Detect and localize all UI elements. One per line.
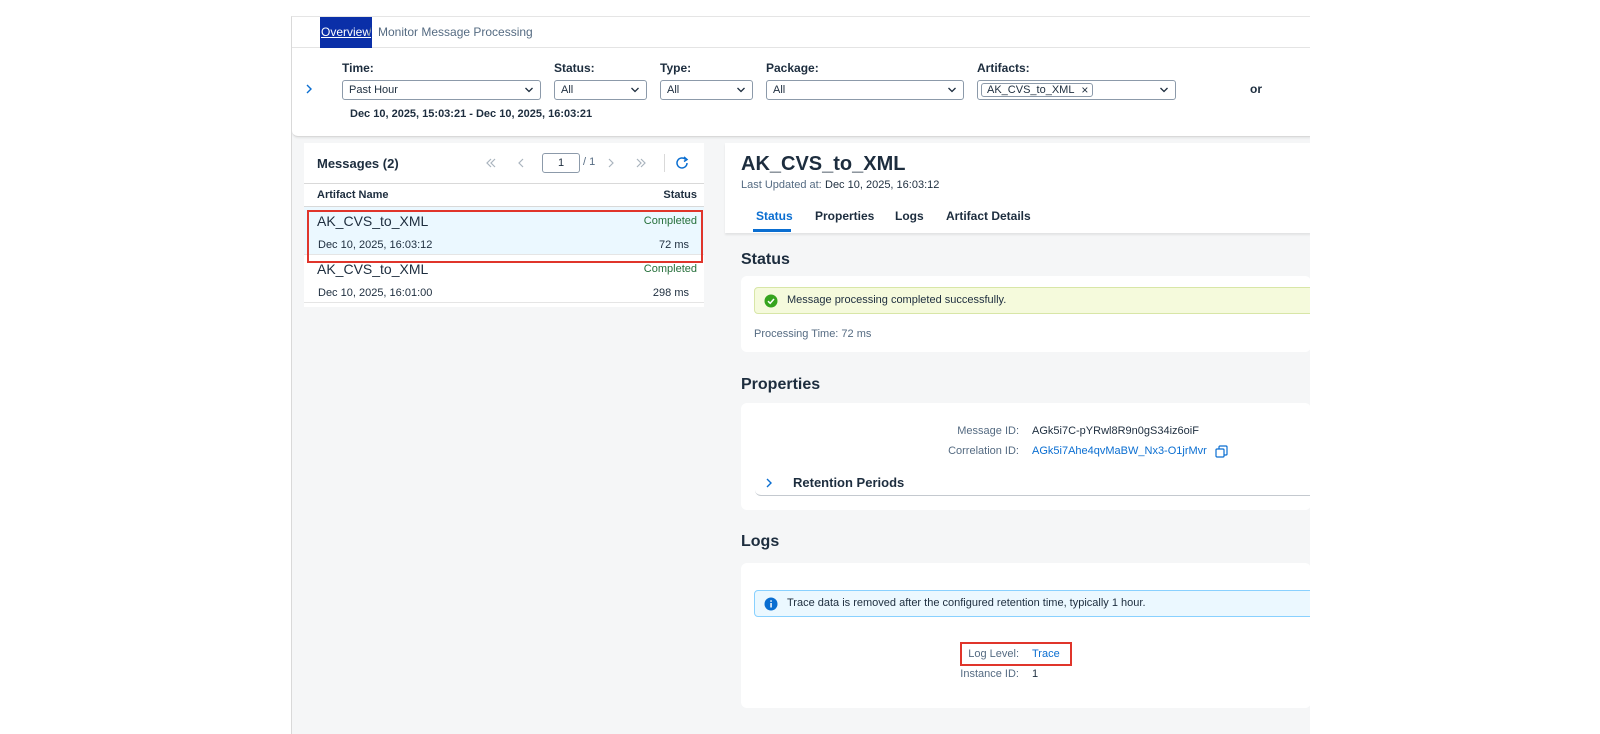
- package-filter-value: All: [773, 84, 786, 96]
- success-message-strip: Message processing completed successfull…: [754, 287, 1310, 314]
- tab-logs[interactable]: Logs: [895, 209, 924, 223]
- message-id-label: Message ID:: [957, 425, 1019, 437]
- package-filter-label: Package:: [766, 61, 819, 75]
- processing-time: Processing Time: 72 ms: [754, 328, 872, 340]
- detail-title: AK_CVS_to_XML: [741, 153, 906, 175]
- pager-divider: [664, 154, 665, 172]
- chevron-down-icon: [1160, 87, 1168, 93]
- messages-title: Messages (2): [317, 156, 399, 171]
- time-filter-label: Time:: [342, 61, 374, 75]
- chevron-right-icon[interactable]: [302, 82, 316, 96]
- chevron-down-icon: [948, 87, 956, 93]
- info-message-text: Trace data is removed after the configur…: [787, 597, 1146, 609]
- instance-id-label: Instance ID:: [960, 668, 1019, 680]
- success-message-text: Message processing completed successfull…: [787, 294, 1007, 306]
- artifacts-filter-select[interactable]: AK_CVS_to_XML ×: [977, 80, 1176, 100]
- artifact-token-label: AK_CVS_to_XML: [987, 84, 1075, 96]
- info-icon: [764, 597, 778, 611]
- last-updated-value: Dec 10, 2025, 16:03:12: [825, 179, 940, 191]
- type-filter-select[interactable]: All: [660, 80, 753, 100]
- properties-card: Message ID: AGk5i7C-pYRwl8R9n0gS34iz6oiF…: [741, 403, 1310, 510]
- breadcrumb-overview-link[interactable]: Overview: [320, 17, 373, 48]
- chevron-down-icon: [737, 87, 745, 93]
- next-page-icon[interactable]: [604, 156, 618, 170]
- previous-page-icon[interactable]: [514, 156, 528, 170]
- tab-properties[interactable]: Properties: [815, 209, 874, 223]
- artifacts-filter-label: Artifacts:: [977, 61, 1030, 75]
- messages-table-header: Artifact Name Status: [304, 183, 704, 207]
- success-icon: [764, 294, 778, 308]
- status-section-title: Status: [741, 251, 790, 268]
- retention-periods-label: Retention Periods: [793, 475, 905, 490]
- status-card: Message processing completed successfull…: [741, 276, 1310, 352]
- chevron-down-icon: [525, 87, 533, 93]
- status-filter-select[interactable]: All: [554, 80, 647, 100]
- logs-section-title: Logs: [741, 533, 780, 550]
- column-artifact-name: Artifact Name: [317, 189, 389, 201]
- chevron-down-icon: [631, 87, 639, 93]
- breadcrumb: Overview / Monitor Message Processing: [292, 17, 1310, 48]
- row-duration: 298 ms: [652, 287, 689, 299]
- app-frame: Overview / Monitor Message Processing Ti…: [291, 16, 1310, 734]
- correlation-id-label: Correlation ID:: [948, 445, 1019, 457]
- type-filter-value: All: [667, 84, 680, 96]
- row-status: Completed: [643, 263, 697, 275]
- message-id-value: AGk5i7C-pYRwl8R9n0gS34iz6oiF: [1032, 425, 1199, 437]
- copy-icon[interactable]: [1215, 445, 1228, 458]
- refresh-icon[interactable]: [674, 155, 690, 171]
- active-tab-indicator: [753, 229, 791, 232]
- artifact-token: AK_CVS_to_XML ×: [981, 83, 1094, 97]
- log-level-highlight: [960, 642, 1072, 666]
- breadcrumb-current: Monitor Message Processing: [378, 25, 533, 39]
- type-filter-label: Type:: [660, 61, 692, 75]
- or-label: or: [1250, 82, 1262, 96]
- page-total: / 1: [583, 156, 596, 168]
- breadcrumb-separator: /: [368, 25, 372, 39]
- row-artifact-name: AK_CVS_to_XML: [317, 261, 429, 277]
- pager: / 1: [476, 151, 696, 175]
- properties-section-title: Properties: [741, 376, 821, 393]
- filter-bar: Time: Past Hour Status: All Type: All Pa…: [292, 48, 1310, 137]
- retention-periods-toggle[interactable]: Retention Periods: [755, 471, 1310, 496]
- page-number-input[interactable]: [542, 153, 580, 173]
- status-filter-label: Status:: [554, 61, 595, 75]
- time-filter-value: Past Hour: [349, 84, 398, 96]
- time-filter-select[interactable]: Past Hour: [342, 80, 541, 100]
- column-status: Status: [663, 189, 697, 201]
- token-remove-icon[interactable]: ×: [1081, 84, 1088, 96]
- chevron-right-icon: [766, 478, 772, 488]
- instance-id-value: 1: [1032, 668, 1039, 680]
- selected-row-highlight: [307, 210, 703, 263]
- info-message-strip: Trace data is removed after the configur…: [754, 590, 1310, 617]
- last-updated-label: Last Updated at:: [741, 179, 822, 191]
- package-filter-select[interactable]: All: [766, 80, 964, 100]
- detail-header: AK_CVS_to_XML Last Updated at: Dec 10, 2…: [725, 143, 1310, 233]
- status-filter-value: All: [561, 84, 574, 96]
- correlation-id-link[interactable]: AGk5i7Ahe4qvMaBW_Nx3-O1jrMvr: [1032, 445, 1207, 457]
- detail-panel: AK_CVS_to_XML Last Updated at: Dec 10, 2…: [725, 143, 1310, 734]
- time-range-text: Dec 10, 2025, 15:03:21 - Dec 10, 2025, 1…: [350, 108, 593, 120]
- tab-status[interactable]: Status: [756, 209, 793, 223]
- tab-artifact-details[interactable]: Artifact Details: [946, 209, 1031, 223]
- logs-card: Trace data is removed after the configur…: [741, 563, 1310, 708]
- first-page-icon[interactable]: [484, 156, 498, 170]
- messages-panel: Messages (2) / 1 Artifact Name Status AK…: [304, 143, 704, 307]
- last-page-icon[interactable]: [634, 156, 648, 170]
- row-date: Dec 10, 2025, 16:01:00: [318, 287, 433, 299]
